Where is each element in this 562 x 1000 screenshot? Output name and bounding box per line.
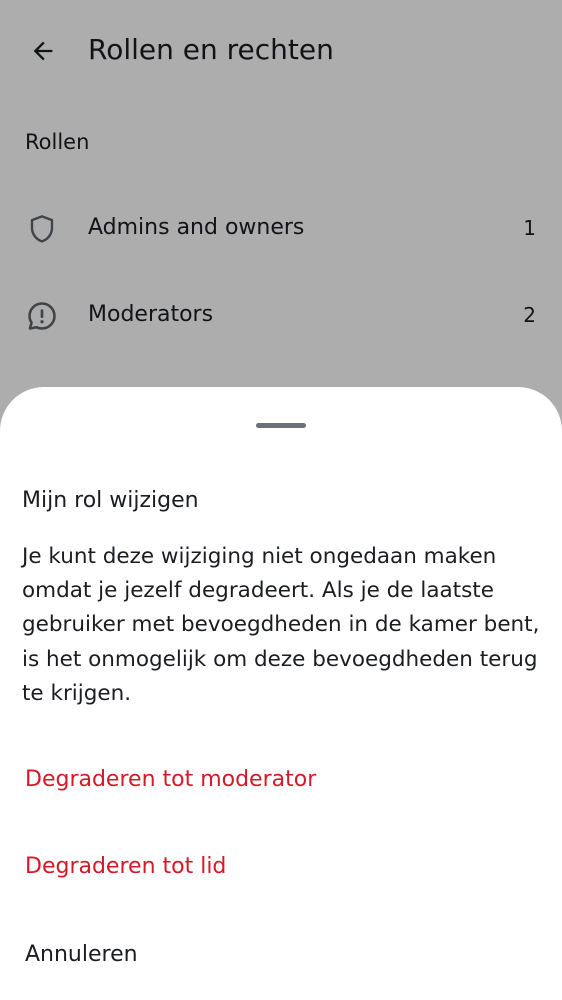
drag-handle[interactable]	[256, 423, 306, 428]
action-label: Degraderen tot lid	[25, 854, 227, 879]
demote-to-moderator-button[interactable]: Degraderen tot moderator	[0, 744, 562, 816]
action-label: Degraderen tot moderator	[25, 767, 317, 792]
cancel-button[interactable]: Annuleren	[0, 919, 562, 991]
sheet-title: Mijn rol wijzigen	[22, 488, 199, 513]
action-label: Annuleren	[25, 942, 138, 967]
demote-to-member-button[interactable]: Degraderen tot lid	[0, 831, 562, 903]
sheet-description: Je kunt deze wijziging niet ongedaan mak…	[22, 544, 540, 706]
bottom-sheet: Mijn rol wijzigen Je kunt deze wijziging…	[0, 387, 562, 1000]
screen: Rollen en rechten Rollen Admins and owne…	[0, 0, 562, 1000]
